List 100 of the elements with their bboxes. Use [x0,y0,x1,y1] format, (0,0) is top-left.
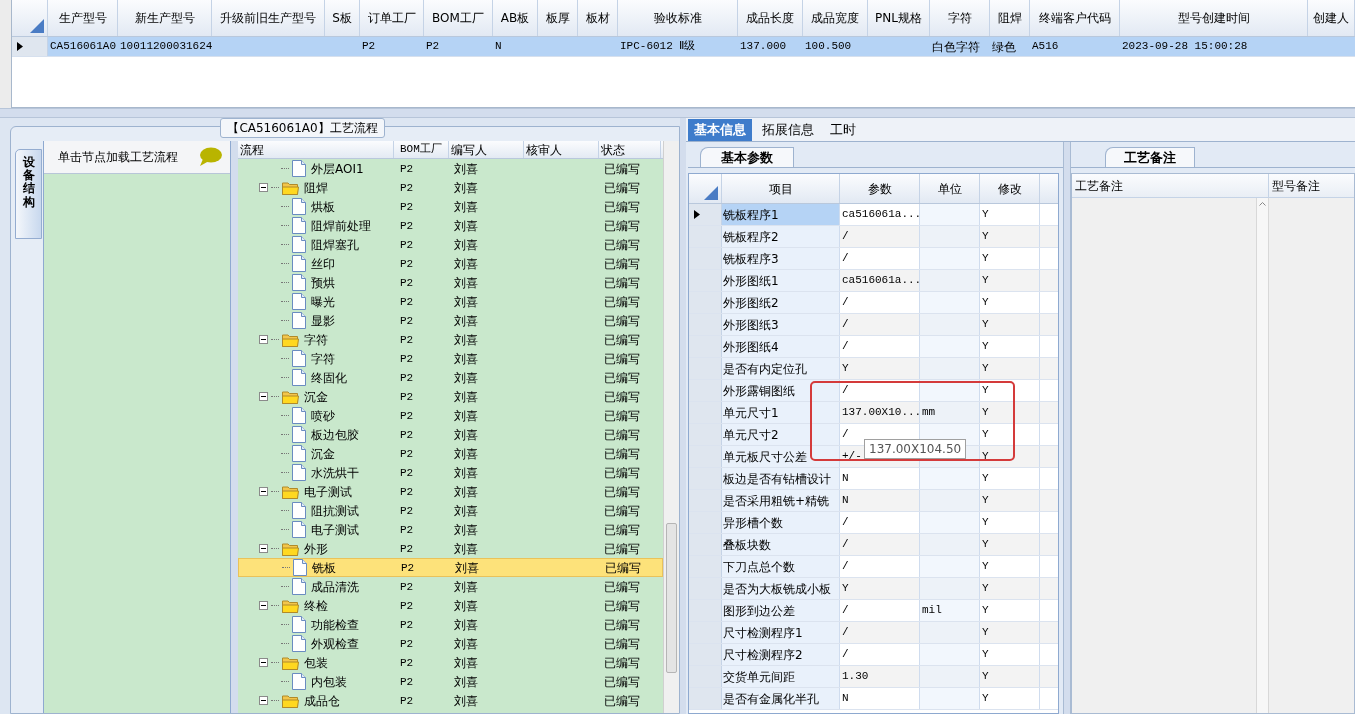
table-cell-text: mm [922,405,936,421]
tree-cell: 刘喜 [454,522,478,537]
tree-cell: 刘喜 [454,199,478,214]
table-cell-text: 1.30 [842,669,869,685]
process-name: 阻焊前处理 [311,217,371,235]
table-cell-text: Y [982,581,989,597]
table-cell-text: / [842,603,849,619]
tree-cell: 已编写 [604,237,640,252]
table-cell-text: P2 [362,39,376,55]
tree-cell: P2 [400,543,414,556]
table-cell-text: Y [982,471,989,487]
tree-cell: P2 [400,695,414,708]
tree-cell: 刘喜 [454,370,478,385]
process-name: 功能检查 [311,616,359,634]
tree-cell: 刘喜 [454,389,478,404]
tooltip: 137.00X104.50 [864,439,967,459]
table-cell-text: 外形图纸4 [723,338,779,356]
tree-cell: P2 [400,505,414,518]
table-cell-text: Y [982,691,989,707]
tree-cell: 已编写 [604,275,640,290]
process-name: 字符 [304,331,328,349]
table-cell-text: Y [982,251,989,267]
table-cell-text: 白色字符 [932,38,980,56]
table-cell-text: / [842,537,849,553]
table-cell-text: 绿色 [992,38,1016,56]
tree-cell: 刘喜 [454,693,478,708]
tree-cell: P2 [400,201,414,214]
table-cell-text: 单元板尺寸公差 [723,448,807,466]
process-name: 铣板 [312,559,336,577]
process-name: 喷砂 [311,407,335,425]
tree-cell: P2 [400,467,414,480]
process-name: 丝印 [311,255,335,273]
process-name: 沉金 [304,388,328,406]
process-name: 烘板 [311,198,335,216]
table-cell-text: Y [982,317,989,333]
tree-cell: 已编写 [604,294,640,309]
tree-cell: P2 [400,524,414,537]
tree-cell: P2 [400,220,414,233]
process-name: 阻焊塞孔 [311,236,359,254]
table-cell-text: Y [982,383,989,399]
table-cell-text: 单元尺寸2 [723,426,779,444]
table-cell-text: 是否有内定位孔 [723,360,807,378]
tree-cell: 已编写 [604,256,640,271]
tree-cell: P2 [400,315,414,328]
tree-cell: 已编写 [604,389,640,404]
tree-cell: P2 [400,239,414,252]
process-name: 包装 [304,654,328,672]
table-cell-text: mil [922,603,942,619]
tree-cell: 已编写 [604,655,640,670]
process-name: 阻焊 [304,179,328,197]
tree-cell: 刘喜 [454,674,478,689]
tree-cell: P2 [400,391,414,404]
table-cell-text: N [495,39,502,55]
table-cell-text: 100.500 [805,39,852,55]
table-cell-text: 铣板程序1 [723,206,779,224]
tree-cell: P2 [400,676,414,689]
process-name: 成品仓 [304,692,340,710]
table-cell-text: A516 [1032,39,1059,55]
tree-cell: 已编写 [604,370,640,385]
tree-cell: 已编写 [604,484,640,499]
tree-cell: 刘喜 [454,598,478,613]
table-cell-text: 外形图纸1 [723,272,779,290]
tree-cell: 刘喜 [454,351,478,366]
table-cell-text: Y [982,449,989,465]
tree-cell: 已编写 [604,579,640,594]
tree-cell: 刘喜 [454,655,478,670]
table-cell-text: Y [842,361,849,377]
tree-cell: P2 [400,258,414,271]
tree-cell: P2 [400,429,414,442]
tree-cell: 刘喜 [454,541,478,556]
tree-cell: P2 [400,581,414,594]
tree-cell: 已编写 [604,522,640,537]
table-cell-text: 外形露铜图纸 [723,382,795,400]
tree-cell: P2 [400,448,414,461]
tree-cell: 刘喜 [454,256,478,271]
table-cell-text: / [842,251,849,267]
tree-cell: P2 [401,562,415,575]
tree-cell: 刘喜 [454,408,478,423]
tree-cell: P2 [400,182,414,195]
process-name: 沉金 [311,445,335,463]
tree-cell: 刘喜 [454,180,478,195]
process-name: 内包装 [311,673,347,691]
tree-cell: 已编写 [604,674,640,689]
tree-cell: 刘喜 [454,332,478,347]
table-cell-text: Y [982,405,989,421]
tree-cell: P2 [400,277,414,290]
tree-cell: P2 [400,372,414,385]
table-cell-text: 图形到边公差 [723,602,795,620]
table-cell-text: IPC-6012 Ⅱ级 [620,39,696,55]
tree-cell: 刘喜 [454,237,478,252]
table-cell-text: 是否采用粗铣+精铣 [723,492,830,510]
tree-cell: 刘喜 [454,161,478,176]
tree-cell: 刘喜 [454,427,478,442]
table-cell-text: 10011200031624 [120,39,212,55]
tree-cell: 已编写 [604,503,640,518]
table-cell-text: 是否有金属化半孔 [723,690,819,708]
table-cell-text: / [842,229,849,245]
process-name: 终固化 [311,369,347,387]
tree-cell: 刘喜 [454,294,478,309]
table-cell-text: N [842,471,849,487]
